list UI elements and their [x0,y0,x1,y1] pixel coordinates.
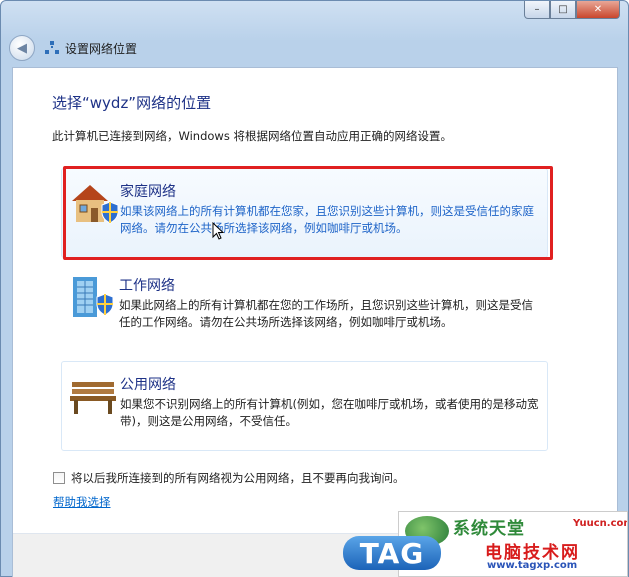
public-network-option[interactable]: 公用网络 如果您不识别网络上的所有计算机(例如，您在咖啡厅或机场，或者使用的是移… [61,361,548,451]
work-network-description: 如果此网络上的所有计算机都在您的工作场所，且您识别这些计算机，则这是受信任的工作… [119,298,533,329]
mouse-cursor-icon [212,222,224,240]
minimize-button[interactable]: – [524,1,550,19]
tag-logo: TAG [343,536,441,570]
close-button[interactable]: ✕ [576,1,620,19]
page-description: 此计算机已连接到网络，Windows 将根据网络位置自动应用正确的网络设置。 [52,129,452,143]
window-title: 设置网络位置 [65,41,138,56]
public-network-description: 如果您不识别网络上的所有计算机(例如，您在咖啡厅或机场，或者使用的是移动宽带)，… [120,397,539,428]
maximize-button[interactable]: □ [550,1,576,19]
public-default-checkbox-row[interactable]: 将以后我所连接到的所有网络视为公用网络，且不要再向我询问。 [53,470,405,486]
dialog-window: – □ ✕ ◀ 设置网络位置 选择“wydz”网络的位置 此计算机已连接到网络，… [0,0,629,577]
public-network-title: 公用网络 [120,377,176,393]
public-default-checkbox[interactable] [53,472,65,484]
network-icon [45,41,59,55]
window-controls: – □ ✕ [524,1,620,19]
help-me-choose-link[interactable]: 帮助我选择 [53,494,111,510]
page-heading: 选择“wydz”网络的位置 [52,94,212,112]
watermark-top-text: 系统天堂 [453,519,525,539]
public-network-icon [70,382,116,414]
public-default-checkbox-label[interactable]: 将以后我所连接到的所有网络视为公用网络，且不要再向我询问。 [71,470,405,486]
navigation-bar: ◀ 设置网络位置 [9,31,137,65]
work-network-title: 工作网络 [119,278,175,294]
work-network-icon [73,277,114,317]
back-button[interactable]: ◀ [9,35,35,61]
watermark-url: www.tagxp.com [487,560,578,571]
back-arrow-icon: ◀ [17,40,27,56]
work-network-option[interactable]: 工作网络 如果此网络上的所有计算机都在您的工作场所，且您识别这些计算机，则这是受… [61,263,548,353]
main-content: 选择“wydz”网络的位置 此计算机已连接到网络，Windows 将根据网络位置… [12,67,618,577]
watermark-top-latin: Yuucn.com [573,518,628,529]
highlight-annotation [63,166,553,260]
